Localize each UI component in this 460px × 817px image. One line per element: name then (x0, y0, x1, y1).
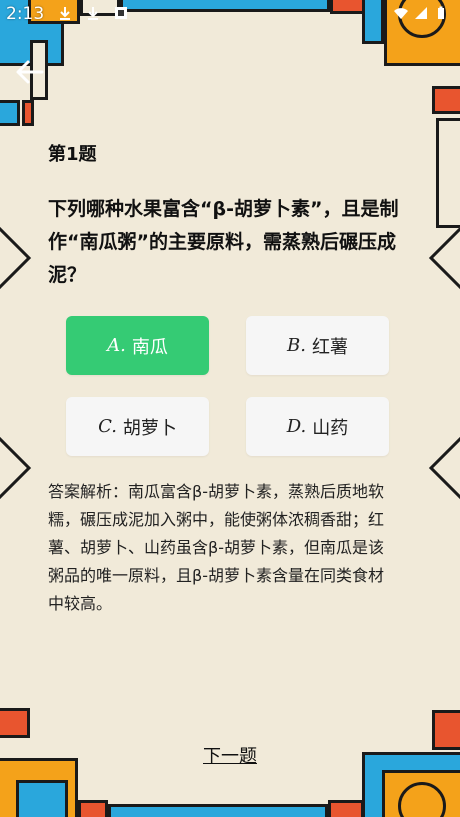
option-label: 山药 (312, 417, 349, 439)
next-question-button[interactable]: 下一题 (203, 746, 257, 767)
frame-block (0, 436, 32, 500)
frame-block (0, 226, 32, 290)
option-letter: C. (98, 416, 117, 437)
frame-block (436, 118, 460, 228)
frame-block (22, 100, 34, 126)
question-number: 第1题 (48, 144, 97, 165)
back-arrow-icon[interactable] (14, 58, 46, 86)
notification-icon (115, 7, 127, 19)
option-label: 南瓜 (131, 336, 168, 358)
quiz-screen: 2:13 第1题 下列哪种水果富含“β-胡萝卜素”，且是制作“南瓜粥”的主要原料… (0, 0, 460, 817)
frame-block (0, 100, 20, 126)
signal-icon (415, 7, 427, 19)
frame-block (428, 226, 460, 290)
frame-block (108, 804, 328, 817)
wifi-icon (394, 8, 408, 19)
download-icon (60, 7, 70, 20)
battery-icon (438, 6, 444, 19)
option-d-button[interactable]: D. 山药 (246, 397, 389, 456)
next-question-row: 下一题 (0, 742, 460, 768)
frame-block (78, 800, 108, 817)
frame-block (16, 780, 68, 817)
answer-analysis: 答案解析：南瓜富含β-胡萝卜素，蒸熟后质地软糯，碾压成泥加入粥中，能使粥体浓稠香… (48, 482, 385, 613)
frame-block (432, 86, 460, 114)
frame-block (0, 708, 30, 738)
option-letter: A. (107, 335, 126, 356)
download-icon (88, 7, 98, 20)
option-c-button[interactable]: C. 胡萝卜 (66, 397, 209, 456)
option-b-button[interactable]: B. 红薯 (246, 316, 389, 375)
status-time: 2:13 (6, 4, 45, 24)
option-letter: D. (286, 416, 307, 437)
option-letter: B. (287, 335, 306, 356)
frame-block (328, 800, 364, 817)
option-label: 红薯 (311, 336, 348, 358)
frame-block (428, 436, 460, 500)
status-bar: 2:13 (0, 0, 460, 28)
option-a-button[interactable]: A. 南瓜 (66, 316, 209, 375)
option-label: 胡萝卜 (122, 417, 177, 439)
question-text: 下列哪种水果富含“β-胡萝卜素”，且是制作“南瓜粥”的主要原料，需蒸熟后碾压成泥… (48, 198, 399, 286)
